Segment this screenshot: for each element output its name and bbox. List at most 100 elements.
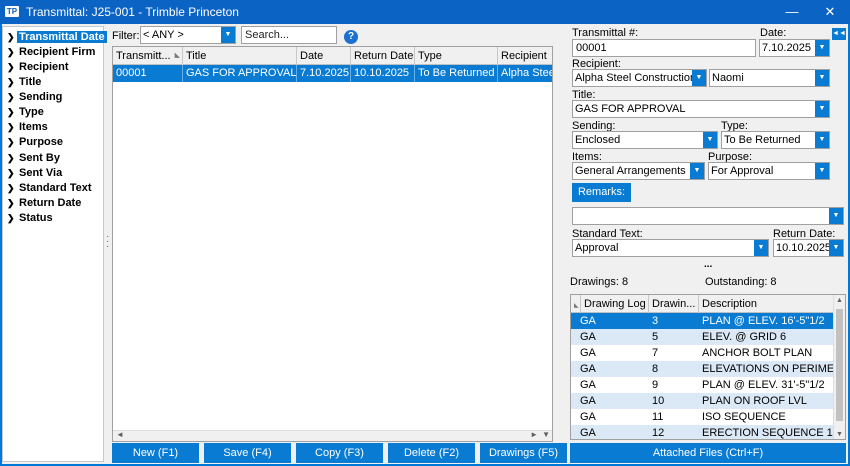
minimize-button[interactable]: — [772,0,812,24]
horizontal-scrollbar[interactable]: ◄ ► ▼ [113,430,552,441]
table-row[interactable]: 00001 GAS FOR APPROVAL 7.10.2025 10.10.2… [113,65,552,82]
chevron-down-icon[interactable]: ▼ [221,27,235,43]
attached-files-button[interactable]: Attached Files (Ctrl+F) [570,443,846,463]
table-row[interactable]: GA 7 ANCHOR BOLT PLAN [571,345,833,361]
sort-icon: ◣ [174,52,180,59]
nav-item-purpose[interactable]: ❯ Purpose [7,135,65,150]
sort-icon: ◣ [571,295,581,313]
remarks-button[interactable]: Remarks: [572,183,631,202]
panel-splitter[interactable]: · · · [106,232,110,252]
scroll-down-icon[interactable]: ▼ [836,431,843,438]
nav-item-items[interactable]: ❯ Items [7,120,50,135]
col-header-date[interactable]: Date [297,47,351,65]
cell-log: GA [580,427,596,439]
transmittal-number-field[interactable]: 00001 [572,39,756,57]
filter-dropdown[interactable]: < ANY > ▼ [140,26,236,44]
drawing-log-grid: ◣ Drawing Log Drawin... Description GA 3… [570,294,846,440]
chevron-down-icon[interactable]: ▼ [829,208,843,224]
nav-item-type[interactable]: ❯ Type [7,105,46,120]
col-header-drawing-log[interactable]: Drawing Log [581,295,649,313]
col-header-return-date[interactable]: Return Date [351,47,415,65]
table-row[interactable]: GA 3 PLAN @ ELEV. 16'-5"1/2 [571,313,833,329]
table-row[interactable]: GA 12 ERECTION SEQUENCE 1 SHEET [571,425,833,439]
chevron-down-icon[interactable]: ▼ [815,101,829,117]
chevron-down-icon[interactable]: ▼ [815,163,829,179]
cell-title: GAS FOR APPROVAL [183,65,297,82]
recipient-firm-dropdown[interactable]: Alpha Steel Construction ▼ [572,69,707,87]
nav-item-recipient[interactable]: ❯ Recipient [7,60,71,75]
app-icon: TP [5,6,19,17]
table-row[interactable]: GA 9 PLAN @ ELEV. 31'-5"1/2 [571,377,833,393]
chevron-down-icon[interactable]: ▼ [690,163,704,179]
chevron-right-icon: ❯ [7,137,15,147]
cell-return-date: 10.10.2025 [351,65,415,82]
nav-item-sending[interactable]: ❯ Sending [7,90,64,105]
chevron-down-icon[interactable]: ▼ [754,240,768,256]
chevron-down-icon[interactable]: ▼ [703,132,717,148]
chevron-right-icon: ❯ [7,198,15,208]
drawings-count: Drawings: 8 [570,276,629,288]
standard-text-dropdown[interactable]: Approval ▼ [572,239,769,257]
vertical-scrollbar[interactable]: ▲ ▼ [833,295,845,439]
chevron-right-icon: ❯ [7,153,15,163]
delete-button[interactable]: Delete (F2) [388,443,475,463]
chevron-down-icon[interactable]: ▼ [815,40,829,56]
copy-button[interactable]: Copy (F3) [296,443,383,463]
col-header-description[interactable]: Description [699,295,833,313]
cell-number: 10 [652,395,665,407]
table-row[interactable]: GA 11 ISO SEQUENCE [571,409,833,425]
scroll-left-icon[interactable]: ◄ [116,430,124,439]
chevron-down-icon[interactable]: ▼ [815,70,829,86]
type-dropdown[interactable]: To Be Returned ▼ [721,131,830,149]
table-row[interactable]: GA 10 PLAN ON ROOF LVL [571,393,833,409]
date-label: Date: [760,27,787,39]
chevron-down-icon[interactable]: ▼ [829,240,843,256]
transmittal-grid: Transmitt... ◣ Title Date Return Date Typ… [112,46,553,442]
nav-item-title[interactable]: ❯ Title [7,75,43,90]
col-header-drawing-number[interactable]: Drawin... [649,295,699,313]
return-date-picker[interactable]: 10.10.2025 ▼ [773,239,844,257]
scroll-up-icon[interactable]: ▲ [836,297,843,304]
nav-item-recipient-firm[interactable]: ❯ Recipient Firm [7,45,97,60]
nav-item-standard-text[interactable]: ❯ Standard Text [7,181,94,196]
col-header-type[interactable]: Type [415,47,498,65]
more-options-button[interactable]: ... [704,259,712,270]
close-button[interactable]: ✕ [810,0,850,24]
save-button[interactable]: Save (F4) [204,443,291,463]
new-button[interactable]: New (F1) [112,443,199,463]
sending-dropdown[interactable]: Enclosed ▼ [572,131,718,149]
col-header-transmittal[interactable]: Transmitt... ◣ [113,47,183,65]
cell-description: PLAN @ ELEV. 31'-5"1/2 [702,379,825,391]
nav-item-status[interactable]: ❯ Status [7,211,55,226]
nav-item-sent-via[interactable]: ❯ Sent Via [7,166,64,181]
col-header-recipient[interactable]: Recipient [498,47,552,65]
drawing-log-header: ◣ Drawing Log Drawin... Description [571,295,845,313]
chevron-down-icon[interactable]: ▼ [692,70,706,86]
title-bar: TP Transmittal: J25-001 - Trimble Prince… [0,0,850,24]
cell-description: PLAN @ ELEV. 16'-5"1/2 [702,315,825,327]
chevron-right-icon: ❯ [7,62,15,72]
title-dropdown[interactable]: GAS FOR APPROVAL ▼ [572,100,830,118]
recipient-person-dropdown[interactable]: Naomi ▼ [709,69,830,87]
table-row[interactable]: GA 5 ELEV. @ GRID 6 [571,329,833,345]
nav-item-sent-by[interactable]: ❯ Sent By [7,151,62,166]
chevron-down-icon[interactable]: ▼ [815,132,829,148]
purpose-dropdown[interactable]: For Approval ▼ [708,162,830,180]
date-picker[interactable]: 7.10.2025 ▼ [759,39,830,57]
collapse-panel-icon[interactable]: ◄◄ [832,28,846,40]
search-input[interactable]: Search... [241,26,337,44]
items-dropdown[interactable]: General Arrangements ▼ [572,162,705,180]
nav-item-transmittal-date[interactable]: ❯ Transmittal Date [7,30,107,45]
cell-description: ANCHOR BOLT PLAN [702,347,813,359]
window-title: Transmittal: J25-001 - Trimble Princeton [26,5,239,19]
help-icon[interactable]: ? [344,30,358,44]
scroll-down-icon[interactable]: ▼ [542,430,550,439]
cell-type: To Be Returned [415,65,498,82]
remarks-dropdown[interactable]: ▼ [572,207,844,225]
scrollbar-thumb[interactable] [836,309,843,421]
drawings-button[interactable]: Drawings (F5) [480,443,567,463]
col-header-title[interactable]: Title [183,47,297,65]
table-row[interactable]: GA 8 ELEVATIONS ON PERIMETER [571,361,833,377]
scroll-right-icon[interactable]: ► [530,430,538,439]
nav-item-return-date[interactable]: ❯ Return Date [7,196,83,211]
